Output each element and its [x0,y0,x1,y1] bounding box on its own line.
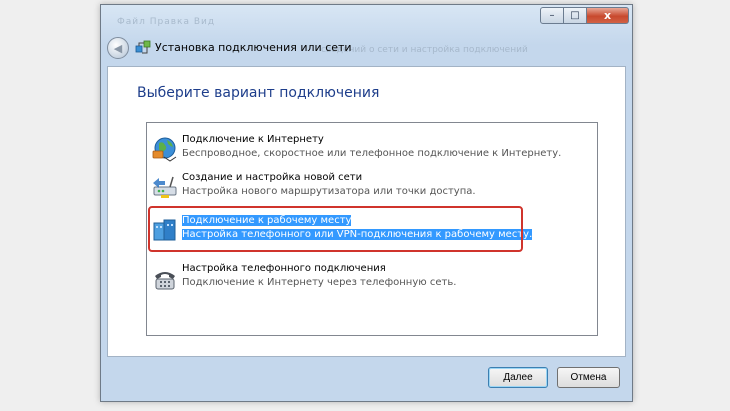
background-window-text: сведений о сети и настройка подключений [321,45,528,55]
option-title: Создание и настройка новой сети [182,172,363,183]
cancel-button[interactable]: Отмена [557,367,620,388]
window-title: Установка подключения или сети [155,41,352,54]
back-button[interactable]: ◀ [107,37,129,59]
background-menu-text: Файл Правка Вид [117,17,216,27]
option-description: Настройка нового маршрутизатора или точк… [182,186,476,197]
annotation-highlight-box [148,206,523,252]
close-button[interactable]: x [587,7,629,24]
router-setup-icon [153,176,177,198]
dialup-phone-icon [155,272,175,290]
back-arrow-icon: ◀ [113,41,123,55]
caption-buttons: – □ x [540,7,629,24]
minimize-button[interactable]: – [540,7,564,24]
page-heading: Выберите вариант подключения [137,85,380,101]
option-title: Настройка телефонного подключения [182,263,386,274]
option-description: Подключение к Интернету через телефонную… [182,277,457,288]
maximize-button[interactable]: □ [564,7,587,24]
option-title: Подключение к Интернету [182,134,324,145]
globe-internet-icon [152,137,177,162]
network-setup-icon [135,40,151,54]
dialog-window: Файл Правка Вид сведений о сети и настро… [100,4,633,402]
next-button[interactable]: Далее [488,367,548,388]
content-area: Выберите вариант подключения Подключение… [107,66,626,357]
option-description: Беспроводное, скоростное или телефонное … [182,148,562,159]
